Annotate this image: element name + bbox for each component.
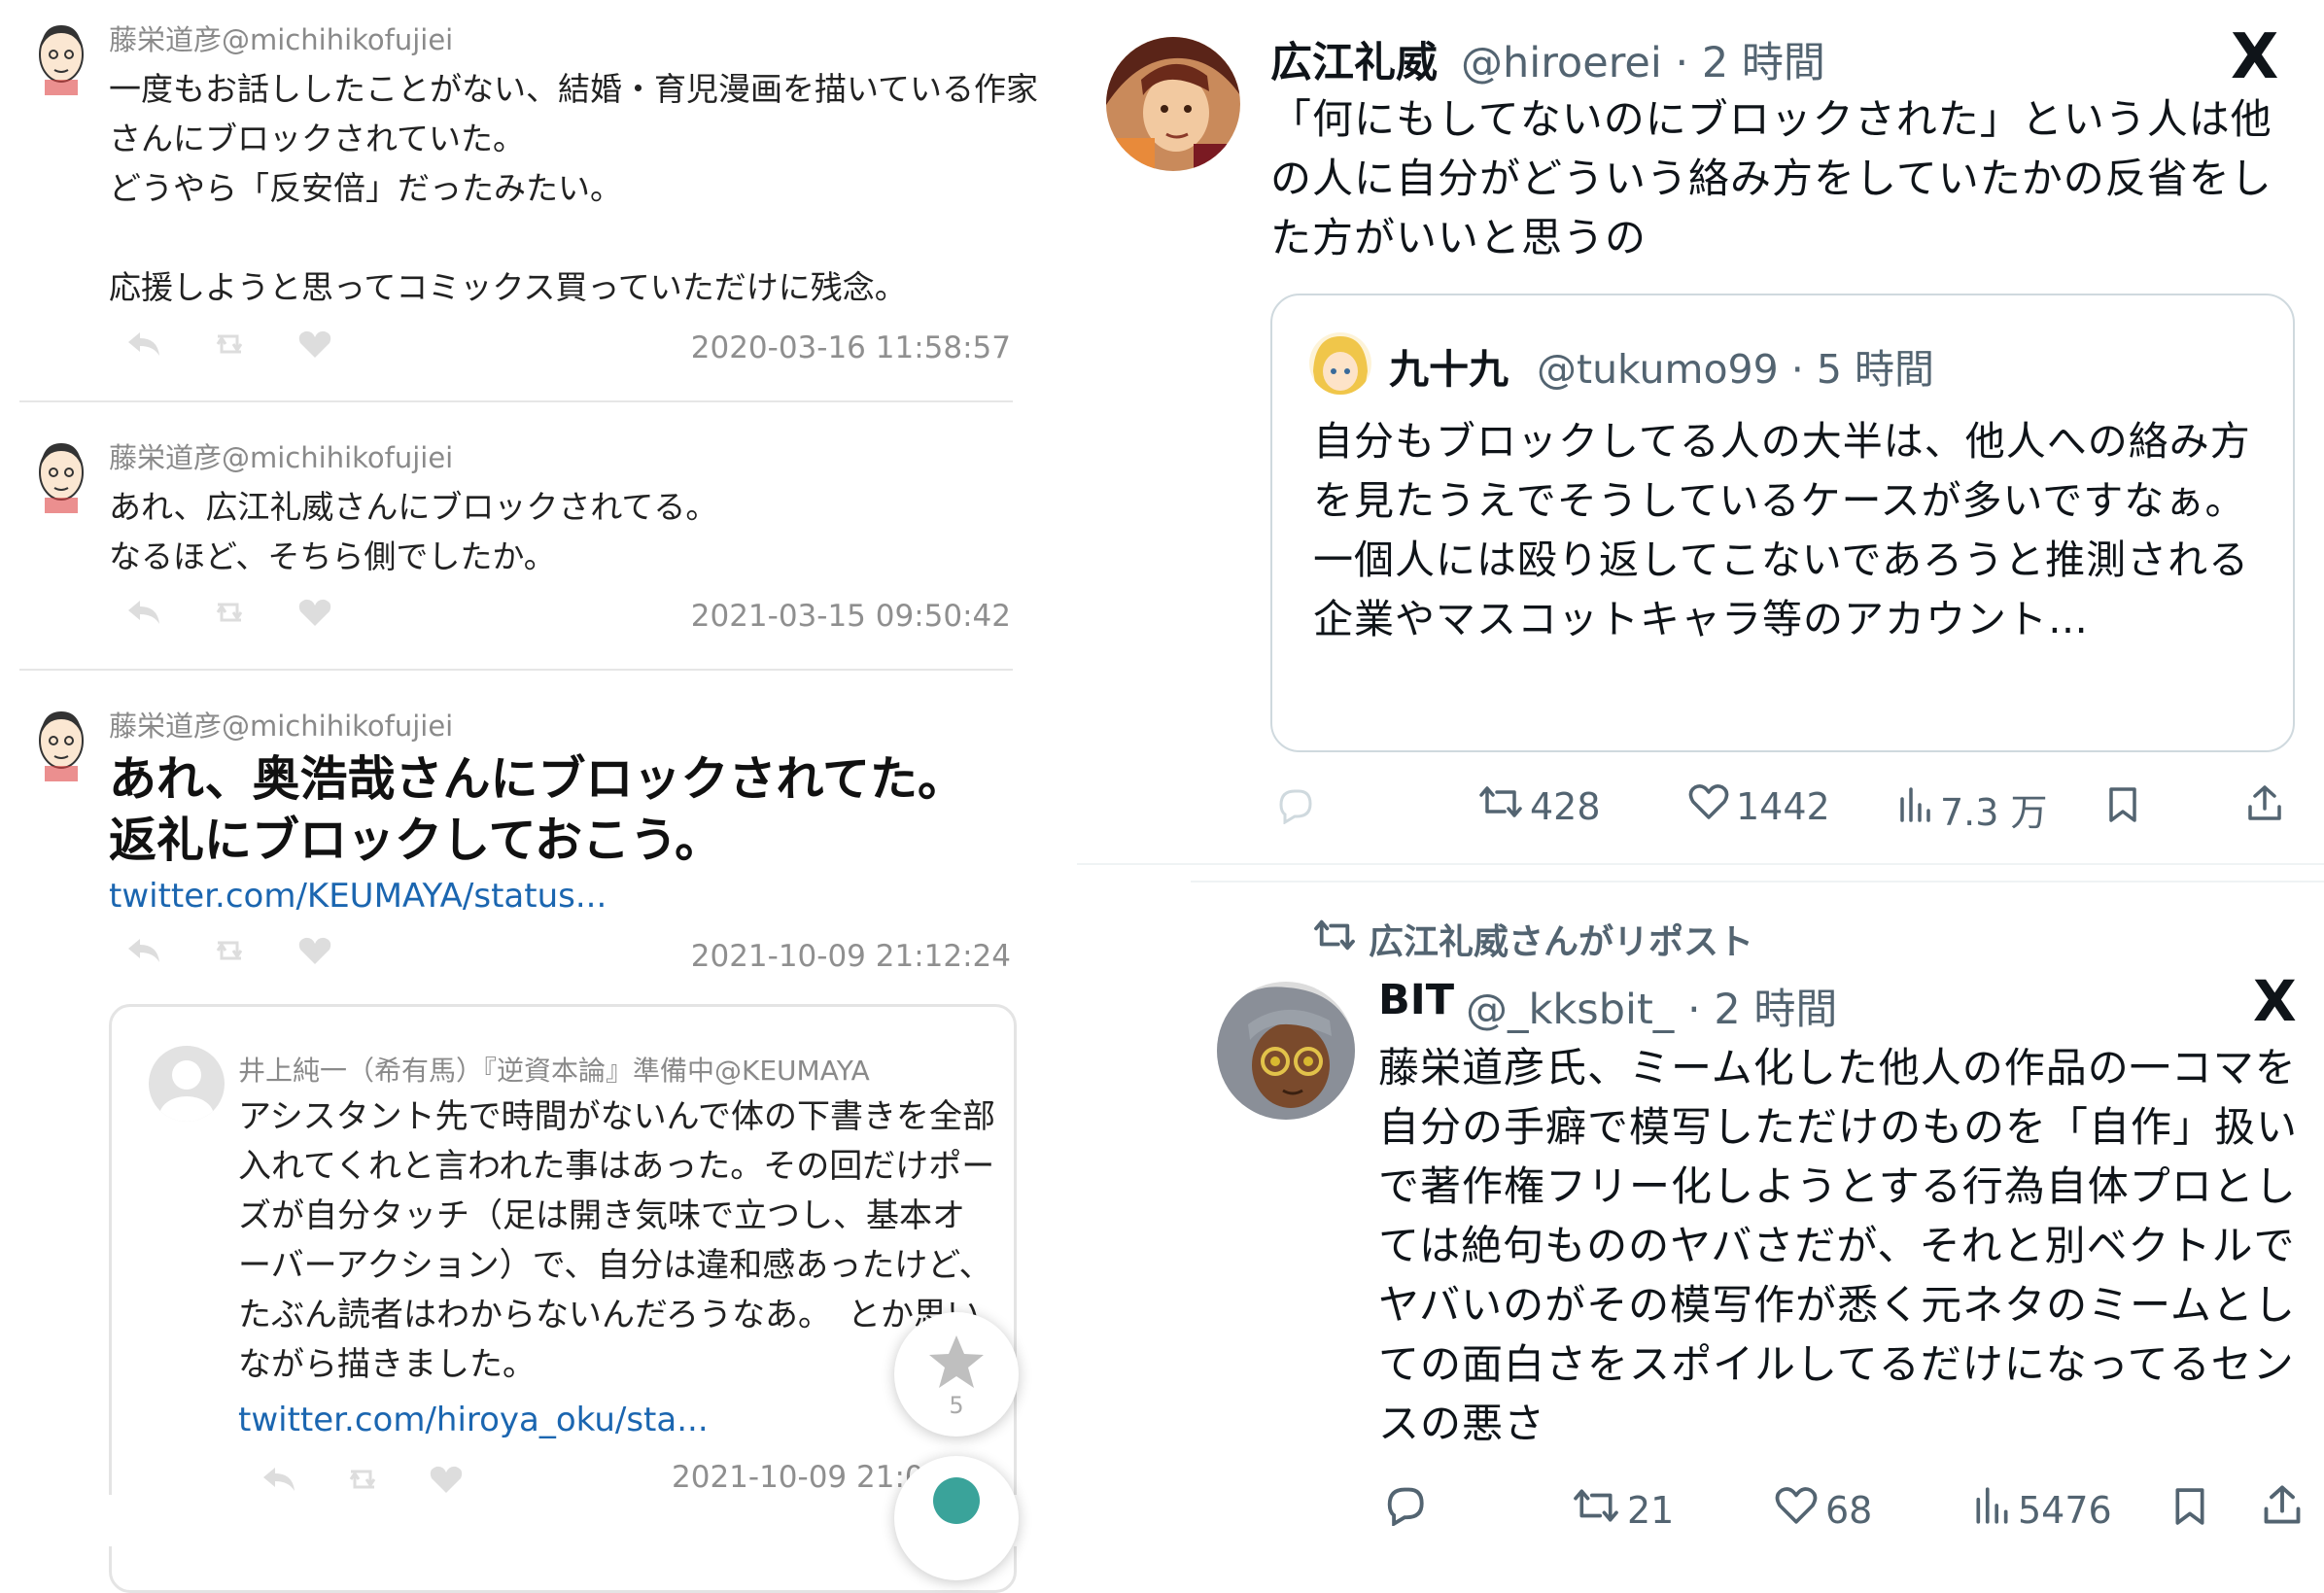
heart-icon [1687,782,1730,830]
reply-icon[interactable] [260,1464,298,1499]
repost-button[interactable]: 428 [1477,782,1601,830]
archived-tweet-1: 藤栄道彦@michihikofujiei 一度もお話ししたことがない、結婚・育児… [19,0,1038,389]
tweet1-text: 「何にもしてないのにブロックされた」という人は他の人に自分がどういう絡み方をして… [1270,95,2272,261]
repost-icon [1571,1485,1621,1535]
star-icon [927,1333,986,1394]
embedded-tweet-actions [260,1464,466,1499]
favorite-star-button[interactable]: 5 [894,1312,1019,1437]
share-icon [2261,1483,2304,1535]
heart-icon [1773,1485,1820,1535]
like-icon[interactable] [295,935,334,966]
like-icon[interactable] [295,597,334,628]
tweet-actions [124,329,334,360]
embedded-author-handle[interactable]: 井上純一（希有馬）『逆資本論』準備中@KEUMAYA [238,1050,870,1089]
repost-icon [1477,782,1524,830]
tweet-link[interactable]: twitter.com/KEUMAYA/status... [109,877,607,916]
tweet2-author-handle[interactable]: @_kksbit_ · 2 時間 [1466,976,1837,1036]
repost-notice[interactable]: 広江礼威さんがリポスト [1312,914,1753,964]
retweet-icon[interactable] [210,597,249,628]
author-handle[interactable]: 藤栄道彦@michihikofujiei [109,704,453,745]
quoted-author-handle[interactable]: @tukumo99 · 5 時間 [1537,336,1934,395]
views-button[interactable]: 7.3 万 [1897,782,2048,836]
repost-count: 428 [1530,784,1601,828]
retweet-icon[interactable] [210,935,249,966]
tweet-date[interactable]: 2021-10-09 21:12:24 [691,939,1011,974]
tweet2-text: 藤栄道彦氏、ミーム化した他人の作品の一コマを自分の手癖で模写しただけのものを「自… [1378,1044,2299,1447]
archived-tweet-2: 藤栄道彦@michihikofujiei あれ、広江礼威さんにブロックされてる。… [19,418,1011,661]
reply-icon[interactable] [124,935,163,966]
x-logo-icon: X [2253,968,2297,1034]
default-avatar[interactable] [149,1046,225,1122]
bookmark-button[interactable] [2171,1485,2208,1537]
tweet-actions [124,597,334,628]
like-icon[interactable] [427,1464,466,1499]
tweet-date[interactable]: 2020-03-16 11:58:57 [691,330,1011,365]
tweet2-author-name[interactable]: BIT [1378,976,1454,1024]
column-divider [1077,863,2324,865]
bit-avatar[interactable] [1217,982,1355,1120]
like-count: 1442 [1736,784,1830,828]
views-button[interactable]: 5476 [1973,1485,2112,1535]
favorite-count: 5 [949,1392,964,1419]
repost-count: 21 [1627,1488,1675,1532]
reply-icon [1273,785,1314,833]
tweet1-author-handle[interactable]: @hiroerei · 2 時間 [1461,29,1825,89]
repost-notice-label: 広江礼威さんがリポスト [1369,922,1754,962]
bookmark-button[interactable] [2105,785,2140,833]
retweet-icon[interactable] [343,1464,382,1499]
column-divider [1191,881,2324,883]
quoted-tweet-card[interactable]: 九十九 @tukumo99 · 5 時間 自分もブロックしてる人の大半は、他人へ… [1270,294,2295,752]
fab-dot-icon [933,1477,980,1524]
views-count: 5476 [2018,1488,2112,1532]
bookmark-icon [2105,785,2140,833]
share-button[interactable] [2245,783,2284,831]
like-icon[interactable] [295,329,334,360]
tweet-text: 一度もお話ししたことがない、結婚・育児漫画を描いている作家さんにブロックされてい… [109,70,1039,306]
divider [19,400,1013,402]
x-logo-icon: X [2231,21,2279,93]
like-button[interactable]: 68 [1773,1485,1872,1535]
views-count: 7.3 万 [1940,791,2048,834]
tweet-actions [124,935,334,966]
reply-button[interactable] [1273,785,1314,833]
repost-button[interactable]: 21 [1571,1485,1674,1535]
views-chart-icon [1897,785,1934,833]
like-count: 68 [1825,1488,1873,1532]
author-handle[interactable]: 藤栄道彦@michihikofujiei [109,17,453,58]
share-icon [2245,783,2284,831]
tweet1-author-name[interactable]: 広江礼威 [1270,29,1438,89]
like-button[interactable]: 1442 [1687,782,1830,830]
author-avatar[interactable] [31,706,91,781]
embedded-tweet-text: アシスタント先で時間がないんで体の下書きを全部入れてくれと言われた事はあった。そ… [238,1097,995,1384]
views-chart-icon [1973,1485,2012,1535]
tweet-text: あれ、広江礼威さんにブロックされてる。 なるほど、そちら側でしたか。 [109,488,718,575]
retweet-icon[interactable] [210,329,249,360]
reply-icon [1380,1483,1427,1535]
tweet-date[interactable]: 2021-03-15 09:50:42 [691,599,1011,634]
reply-icon[interactable] [124,597,163,628]
author-handle[interactable]: 藤栄道彦@michihikofujiei [109,435,453,476]
embedded-tweet-link[interactable]: twitter.com/hiroya_oku/sta... [238,1401,709,1439]
reply-button[interactable] [1380,1483,1427,1535]
embedded-tweet-date[interactable]: 2021-10-09 21:0 [672,1460,924,1495]
action-fab[interactable] [894,1456,1019,1580]
hiroerei-avatar[interactable] [1106,37,1240,171]
repost-icon [1312,917,1357,962]
author-avatar[interactable] [31,437,91,513]
reply-icon[interactable] [124,329,163,360]
tweet-text: あれ、奥浩哉さんにブロックされてた。 返礼にブロックしておこう。 [109,751,966,868]
quoted-tweet-text: 自分もブロックしてる人の大半は、他人への絡み方を見たうえでそうしているケースが多… [1313,418,2251,642]
quoted-author-name[interactable]: 九十九 [1389,336,1509,395]
archived-tweet-3: 藤栄道彦@michihikofujiei あれ、奥浩哉さんにブロックされてた。 … [19,686,1011,997]
author-avatar[interactable] [31,19,91,95]
bookmark-icon [2171,1485,2208,1537]
divider [19,669,1013,671]
share-button[interactable] [2261,1483,2304,1535]
tukumo-avatar[interactable] [1309,332,1371,395]
